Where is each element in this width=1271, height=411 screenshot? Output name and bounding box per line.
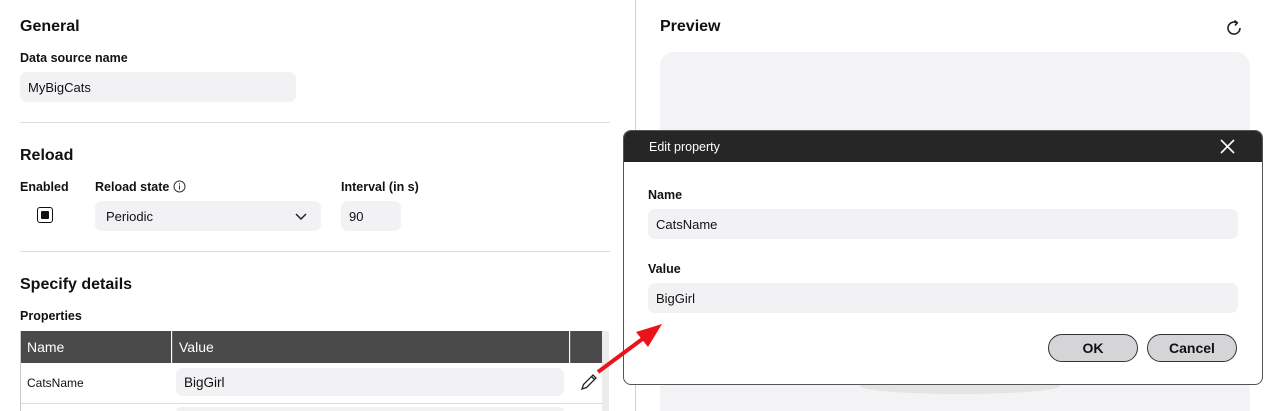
datasource-input[interactable]: MyBigCats bbox=[20, 72, 296, 102]
refresh-icon[interactable] bbox=[1224, 18, 1244, 43]
dialog-name-input[interactable]: CatsName bbox=[648, 209, 1238, 239]
close-icon[interactable] bbox=[1220, 139, 1235, 157]
enabled-label: Enabled bbox=[20, 180, 69, 194]
table-scrollbar[interactable] bbox=[602, 331, 609, 411]
cancel-button[interactable]: Cancel bbox=[1147, 334, 1237, 362]
chevron-down-icon bbox=[295, 210, 307, 225]
preview-heading: Preview bbox=[660, 18, 721, 35]
edit-property-dialog: Edit property Name CatsName Value BigGir… bbox=[623, 130, 1263, 385]
interval-input[interactable]: 90 bbox=[341, 201, 401, 231]
column-header-name: Name bbox=[21, 331, 171, 363]
checkbox-mark bbox=[41, 211, 49, 219]
row-value-input[interactable]: BigGirl bbox=[176, 368, 564, 396]
reload-state-value: Periodic bbox=[106, 208, 153, 224]
enabled-checkbox[interactable] bbox=[37, 207, 53, 223]
dialog-value-label: Value bbox=[648, 262, 681, 276]
info-icon bbox=[173, 180, 186, 193]
general-heading: General bbox=[20, 18, 80, 35]
dialog-header: Edit property bbox=[624, 131, 1262, 162]
reload-state-select[interactable]: Periodic bbox=[95, 201, 321, 231]
row-value-input[interactable] bbox=[176, 407, 564, 411]
ok-button[interactable]: OK bbox=[1048, 334, 1138, 362]
details-heading: Specify details bbox=[20, 276, 133, 293]
interval-label: Interval (in s) bbox=[341, 180, 419, 194]
column-header-actions bbox=[570, 331, 604, 363]
dialog-name-label: Name bbox=[648, 188, 683, 202]
dialog-title: Edit property bbox=[649, 139, 720, 154]
divider bbox=[20, 251, 610, 252]
properties-label: Properties bbox=[20, 309, 82, 323]
reload-heading: Reload bbox=[20, 147, 74, 164]
column-header-value: Value bbox=[172, 331, 569, 363]
dialog-value-input[interactable]: BigGirl bbox=[648, 283, 1238, 313]
pencil-icon[interactable] bbox=[579, 372, 599, 397]
row-name-cell: CatsName bbox=[27, 376, 84, 390]
properties-table: Name Value CatsName BigGirl bbox=[20, 331, 604, 411]
reload-state-label: Reload state bbox=[95, 180, 170, 194]
divider bbox=[20, 122, 610, 123]
table-row: CatsName BigGirl bbox=[21, 363, 604, 404]
datasource-label: Data source name bbox=[20, 51, 128, 65]
